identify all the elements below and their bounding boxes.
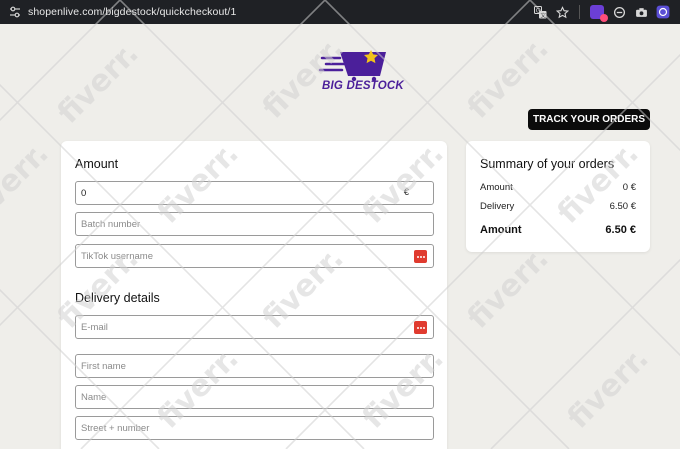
email-placeholder: E-mail <box>81 321 108 333</box>
browser-toolbar: shopenlive.com/bigdestock/quickcheckout/… <box>0 0 680 24</box>
password-manager-icon[interactable] <box>414 250 427 263</box>
camera-icon[interactable] <box>634 5 648 19</box>
extension-icon[interactable] <box>590 5 608 22</box>
email-input[interactable]: E-mail <box>75 315 434 339</box>
toolbar-divider <box>579 5 580 19</box>
name-placeholder: Name <box>81 391 107 403</box>
track-orders-button[interactable]: TRACK YOUR ORDERS <box>528 109 650 130</box>
watermark-text: fiverr. <box>461 241 556 336</box>
summary-row: Amount 0 € <box>480 182 636 193</box>
tiktok-username-input[interactable]: TikTok username <box>75 244 434 268</box>
watermark-text: fiverr. <box>561 341 656 436</box>
summary-row-label: Delivery <box>480 201 515 212</box>
tiktok-username-placeholder: TikTok username <box>81 250 153 262</box>
browser-actions: G文 <box>533 4 670 22</box>
first-name-placeholder: First name <box>81 360 126 372</box>
summary-row-value: 0 € <box>622 182 636 193</box>
street-input[interactable]: Street + number <box>75 416 434 440</box>
checkout-form-card: Amount 0 € Batch number TikTok username … <box>61 141 447 449</box>
tune-icon[interactable] <box>9 5 21 19</box>
profile-icon[interactable] <box>656 5 670 19</box>
notification-badge <box>600 14 608 22</box>
watermark-text: fiverr. <box>51 36 146 131</box>
summary-total-row: Amount 6.50 € <box>480 224 636 236</box>
translate-icon[interactable]: G文 <box>533 5 547 19</box>
currency-suffix: € <box>403 187 409 198</box>
first-name-input[interactable]: First name <box>75 354 434 378</box>
order-summary-card: Summary of your orders Amount 0 € Delive… <box>466 141 650 252</box>
password-manager-icon[interactable] <box>414 321 427 334</box>
summary-row-value: 6.50 € <box>609 201 636 212</box>
amount-input[interactable]: 0 € <box>75 181 434 205</box>
shield-icon[interactable] <box>612 5 626 19</box>
delivery-section-title: Delivery details <box>75 291 160 305</box>
amount-value: 0 <box>81 187 87 199</box>
name-input[interactable]: Name <box>75 385 434 409</box>
svg-text:文: 文 <box>540 11 546 19</box>
summary-total-value: 6.50 € <box>605 224 636 236</box>
address-bar[interactable]: shopenlive.com/bigdestock/quickcheckout/… <box>28 5 236 19</box>
street-placeholder: Street + number <box>81 422 150 434</box>
batch-number-placeholder: Batch number <box>81 218 141 230</box>
brand-name: BIG DESTOCK <box>322 80 404 92</box>
amount-section-title: Amount <box>75 157 119 171</box>
summary-total-label: Amount <box>480 224 522 236</box>
summary-row: Delivery 6.50 € <box>480 201 636 212</box>
batch-number-input[interactable]: Batch number <box>75 212 434 236</box>
summary-title: Summary of your orders <box>480 157 615 171</box>
watermark-text: fiverr. <box>0 136 56 231</box>
star-icon[interactable] <box>555 5 569 19</box>
summary-row-label: Amount <box>480 182 513 193</box>
